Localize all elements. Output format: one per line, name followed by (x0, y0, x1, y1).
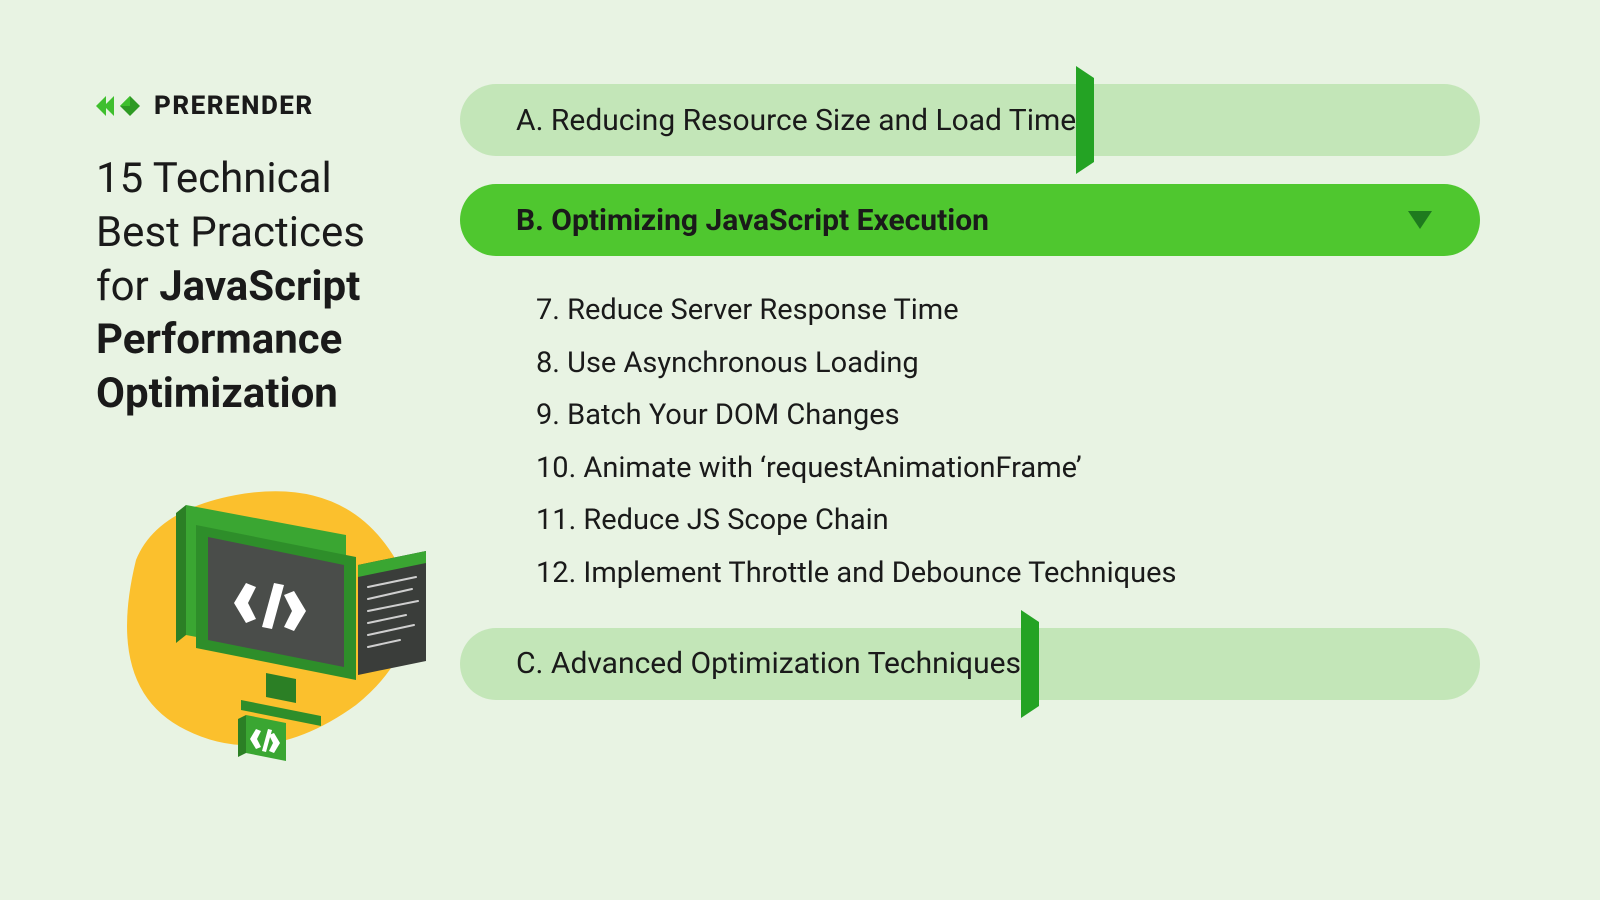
section-a[interactable]: A. Reducing Resource Size and Load Time (460, 84, 1480, 156)
section-b-items: 7. Reduce Server Response Time 8. Use As… (460, 284, 1480, 600)
hero-illustration (96, 465, 436, 775)
section-c[interactable]: C. Advanced Optimization Techniques (460, 628, 1480, 700)
list-item: 8. Use Asynchronous Loading (536, 343, 1480, 384)
headline-bold-a: JavaScript (159, 262, 360, 311)
section-b[interactable]: B. Optimizing JavaScript Execution (460, 184, 1480, 256)
headline-bold-b: Performance (96, 315, 342, 364)
list-item: 12. Implement Throttle and Debounce Tech… (536, 553, 1480, 594)
headline-bold-c: Optimization (96, 369, 338, 418)
section-b-label: B. Optimizing JavaScript Execution (516, 203, 989, 238)
headline-line1: 15 Technical (96, 154, 332, 203)
headline-line3: for (96, 262, 149, 311)
right-column: A. Reducing Resource Size and Load Time … (460, 0, 1600, 900)
list-item: 7. Reduce Server Response Time (536, 290, 1480, 331)
list-item: 11. Reduce JS Scope Chain (536, 500, 1480, 541)
left-column: PRERENDER 15 Technical Best Practices fo… (0, 0, 460, 900)
section-c-label: C. Advanced Optimization Techniques (516, 646, 1021, 681)
brand-name: PRERENDER (154, 91, 314, 121)
section-a-label: A. Reducing Resource Size and Load Time (516, 103, 1076, 138)
brand-logo: PRERENDER (96, 88, 430, 124)
page-title: 15 Technical Best Practices for JavaScri… (96, 152, 430, 421)
list-item: 10. Animate with ‘requestAnimationFrame’ (536, 448, 1480, 489)
headline-line2: Best Practices (96, 208, 365, 257)
list-item: 9. Batch Your DOM Changes (536, 395, 1480, 436)
collapse-icon (1408, 211, 1432, 229)
logo-icon (96, 88, 142, 124)
expand-icon (1021, 610, 1432, 718)
expand-icon (1076, 66, 1432, 174)
